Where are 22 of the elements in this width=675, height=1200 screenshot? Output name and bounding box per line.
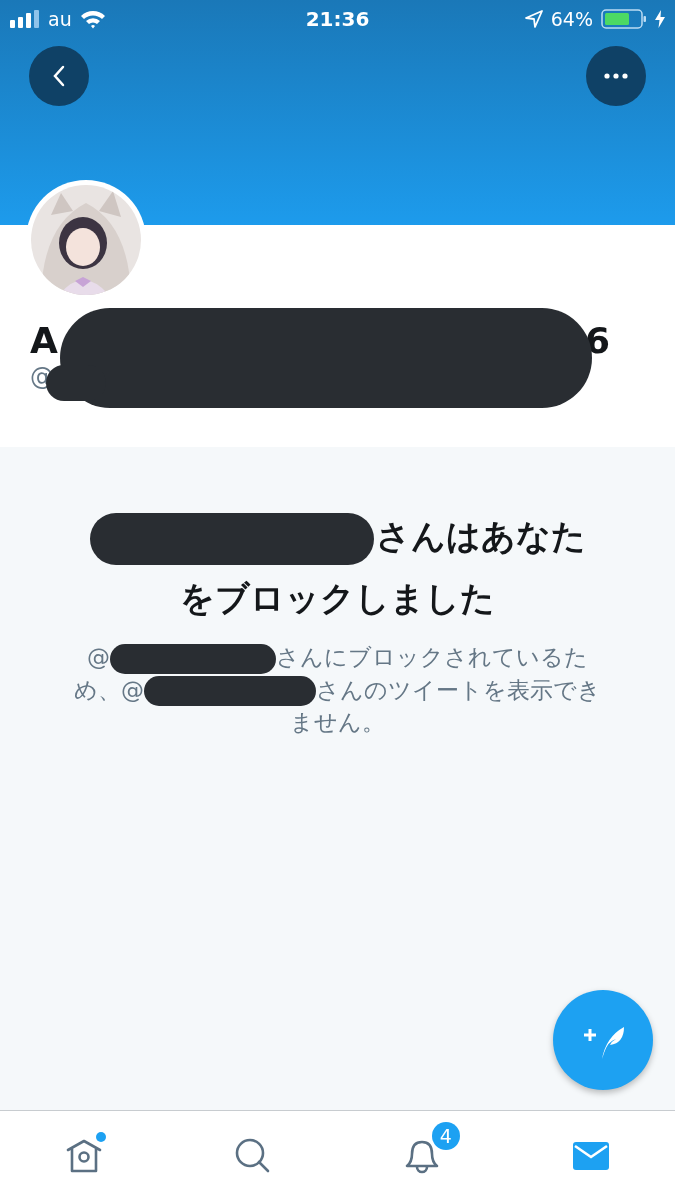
blocked-message: さんのツイートを表示でき bbox=[316, 676, 601, 703]
wifi-icon bbox=[79, 9, 106, 29]
blocked-message: @ bbox=[87, 644, 110, 670]
back-icon bbox=[51, 64, 67, 88]
blocked-heading: をブロックしました bbox=[180, 578, 495, 618]
signal-icon bbox=[10, 10, 40, 28]
display-name-start: A bbox=[30, 319, 58, 363]
battery-icon bbox=[601, 9, 647, 29]
blocked-message: さんにブロックされているた bbox=[276, 644, 588, 670]
location-arrow-icon bbox=[524, 10, 543, 28]
blocked-heading: さんはあなた bbox=[375, 516, 586, 556]
battery-percent: 64% bbox=[550, 8, 593, 30]
more-options-button[interactable] bbox=[586, 46, 646, 106]
back-button[interactable] bbox=[29, 46, 89, 106]
blocked-message: め、@ bbox=[74, 676, 144, 703]
compose-tweet-button[interactable] bbox=[553, 990, 653, 1090]
more-icon bbox=[604, 73, 628, 79]
charging-bolt-icon bbox=[655, 10, 665, 28]
blocked-message: ません。 bbox=[290, 709, 385, 735]
carrier-name: au bbox=[48, 8, 72, 30]
clock-time: 21:36 bbox=[305, 7, 370, 31]
notification-count: 4 bbox=[431, 1121, 460, 1150]
